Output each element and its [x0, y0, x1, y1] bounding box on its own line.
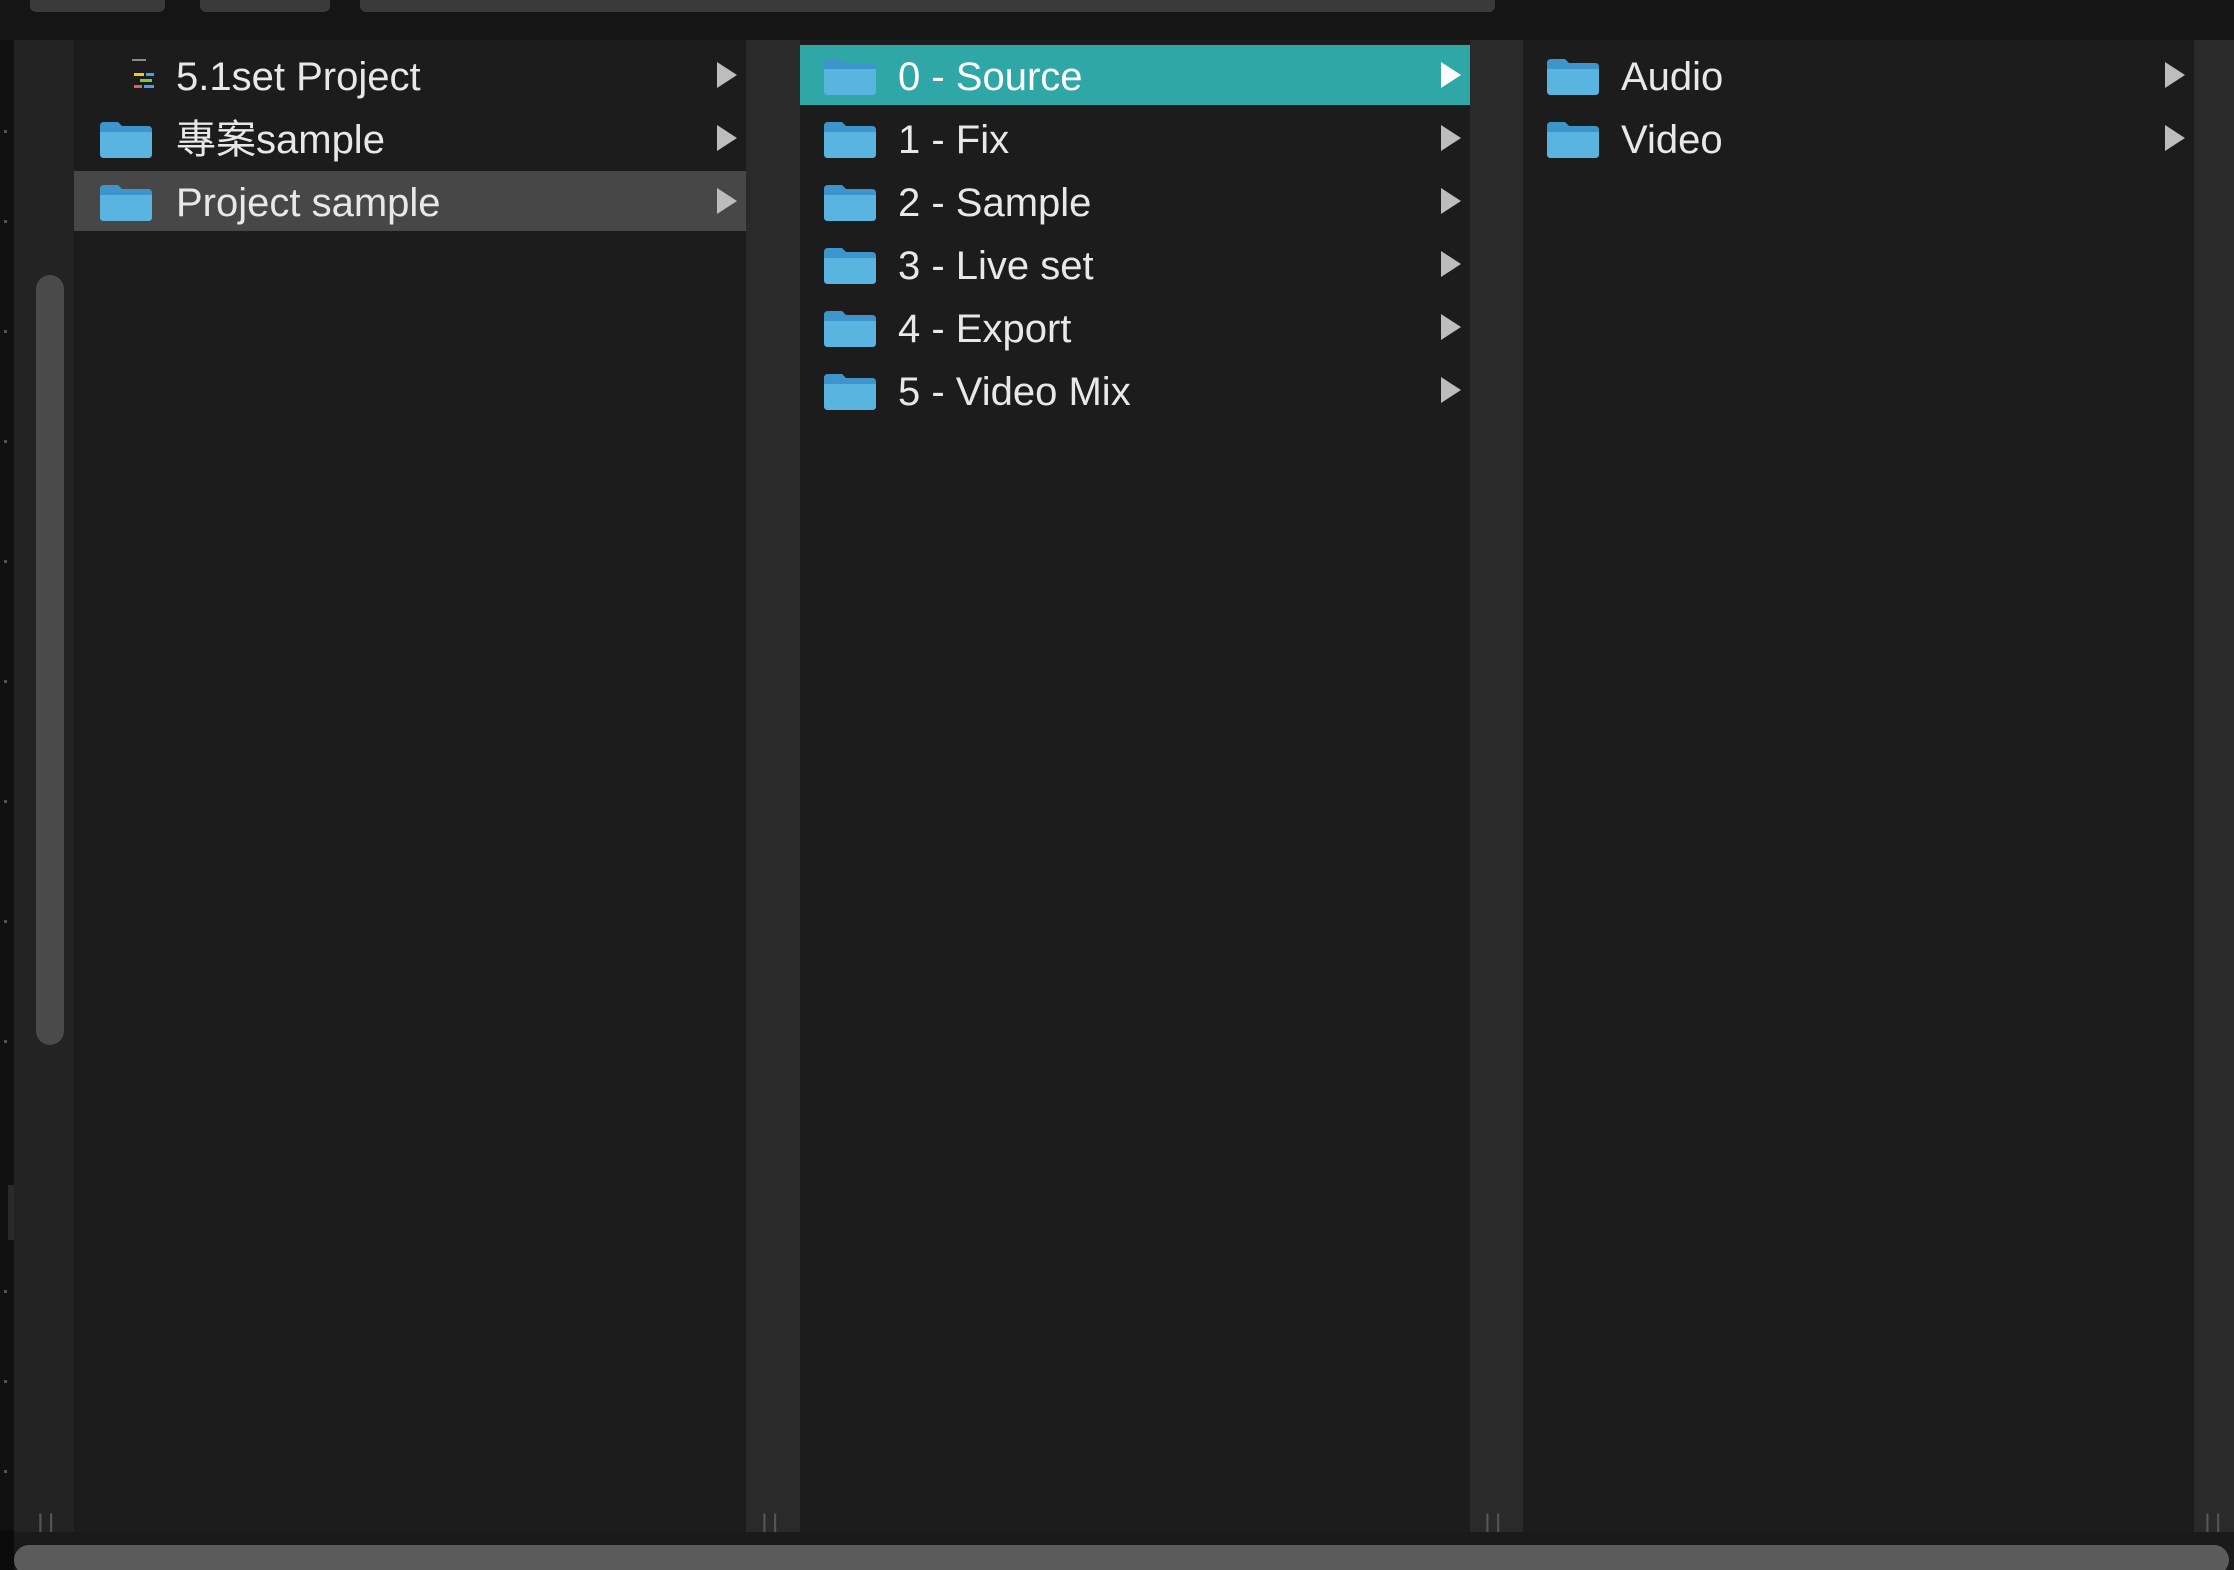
- browser-column-2: 0 - Source 1 - Fix 2 - Sample 3 - Live s…: [800, 40, 1470, 1532]
- top-tab-strip: [0, 0, 2234, 42]
- list-item-project-sample[interactable]: Project sample: [74, 171, 746, 231]
- column-divider: [1470, 40, 1523, 1532]
- folder-icon: [824, 59, 876, 95]
- chevron-right-icon[interactable]: [1441, 125, 1461, 151]
- list-item-label: 1 - Fix: [898, 118, 1010, 162]
- file-browser-window: || 5.1set Project 專案sample Project sampl…: [0, 0, 2234, 1570]
- list-item-label: 4 - Export: [898, 307, 1072, 351]
- list-item-label: 專案sample: [176, 118, 385, 162]
- chevron-right-icon[interactable]: [1441, 188, 1461, 214]
- vertical-scrollbar-thumb[interactable]: [36, 275, 64, 1045]
- list-item-4-export[interactable]: 4 - Export: [800, 297, 1470, 357]
- list-item-video[interactable]: Video: [1523, 108, 2194, 168]
- chevron-right-icon[interactable]: [2165, 125, 2185, 151]
- folder-icon: [1547, 59, 1599, 95]
- chevron-right-icon[interactable]: [1441, 314, 1461, 340]
- folder-icon: [824, 374, 876, 410]
- folder-icon: [100, 185, 152, 221]
- chevron-right-icon[interactable]: [1441, 377, 1461, 403]
- list-item-2-sample[interactable]: 2 - Sample: [800, 171, 1470, 231]
- ableton-project-icon: [132, 59, 154, 88]
- list-item-label: 2 - Sample: [898, 181, 1092, 225]
- list-item-label: 5 - Video Mix: [898, 370, 1131, 414]
- folder-icon: [824, 311, 876, 347]
- chevron-right-icon[interactable]: [717, 62, 737, 88]
- chevron-right-icon[interactable]: [717, 125, 737, 151]
- folder-icon: [824, 185, 876, 221]
- folder-icon: [100, 122, 152, 158]
- list-item-label: 5.1set Project: [176, 55, 421, 99]
- list-item-zhuanan-sample[interactable]: 專案sample: [74, 108, 746, 168]
- horizontal-scrollbar-thumb[interactable]: [14, 1545, 2229, 1570]
- chevron-right-icon[interactable]: [1441, 251, 1461, 277]
- tab-pill[interactable]: [360, 0, 1495, 12]
- list-item-1-fix[interactable]: 1 - Fix: [800, 108, 1470, 168]
- list-item-label: 3 - Live set: [898, 244, 1094, 288]
- list-item-label: 0 - Source: [898, 55, 1083, 99]
- list-item-label: Project sample: [176, 181, 441, 225]
- column-divider: [2194, 40, 2234, 1532]
- list-item-3-live-set[interactable]: 3 - Live set: [800, 234, 1470, 294]
- browser-column-1: 5.1set Project 專案sample Project sample: [74, 40, 746, 1532]
- list-item-5-video-mix[interactable]: 5 - Video Mix: [800, 360, 1470, 420]
- folder-icon: [824, 122, 876, 158]
- tab-pill[interactable]: [200, 0, 330, 12]
- chevron-right-icon[interactable]: [717, 188, 737, 214]
- left-edge-strip: [0, 40, 14, 1530]
- chevron-right-icon[interactable]: [1441, 62, 1461, 88]
- folder-icon: [1547, 122, 1599, 158]
- list-item-5.1set-project[interactable]: 5.1set Project: [74, 45, 746, 105]
- column-divider: [746, 40, 800, 1532]
- folder-icon: [824, 248, 876, 284]
- list-item-label: Audio: [1621, 55, 1724, 99]
- list-item-0-source[interactable]: 0 - Source: [800, 45, 1470, 105]
- list-item-audio[interactable]: Audio: [1523, 45, 2194, 105]
- tab-pill[interactable]: [30, 0, 165, 12]
- list-item-label: Video: [1621, 118, 1723, 162]
- chevron-right-icon[interactable]: [2165, 62, 2185, 88]
- browser-column-3: Audio Video: [1523, 40, 2194, 1532]
